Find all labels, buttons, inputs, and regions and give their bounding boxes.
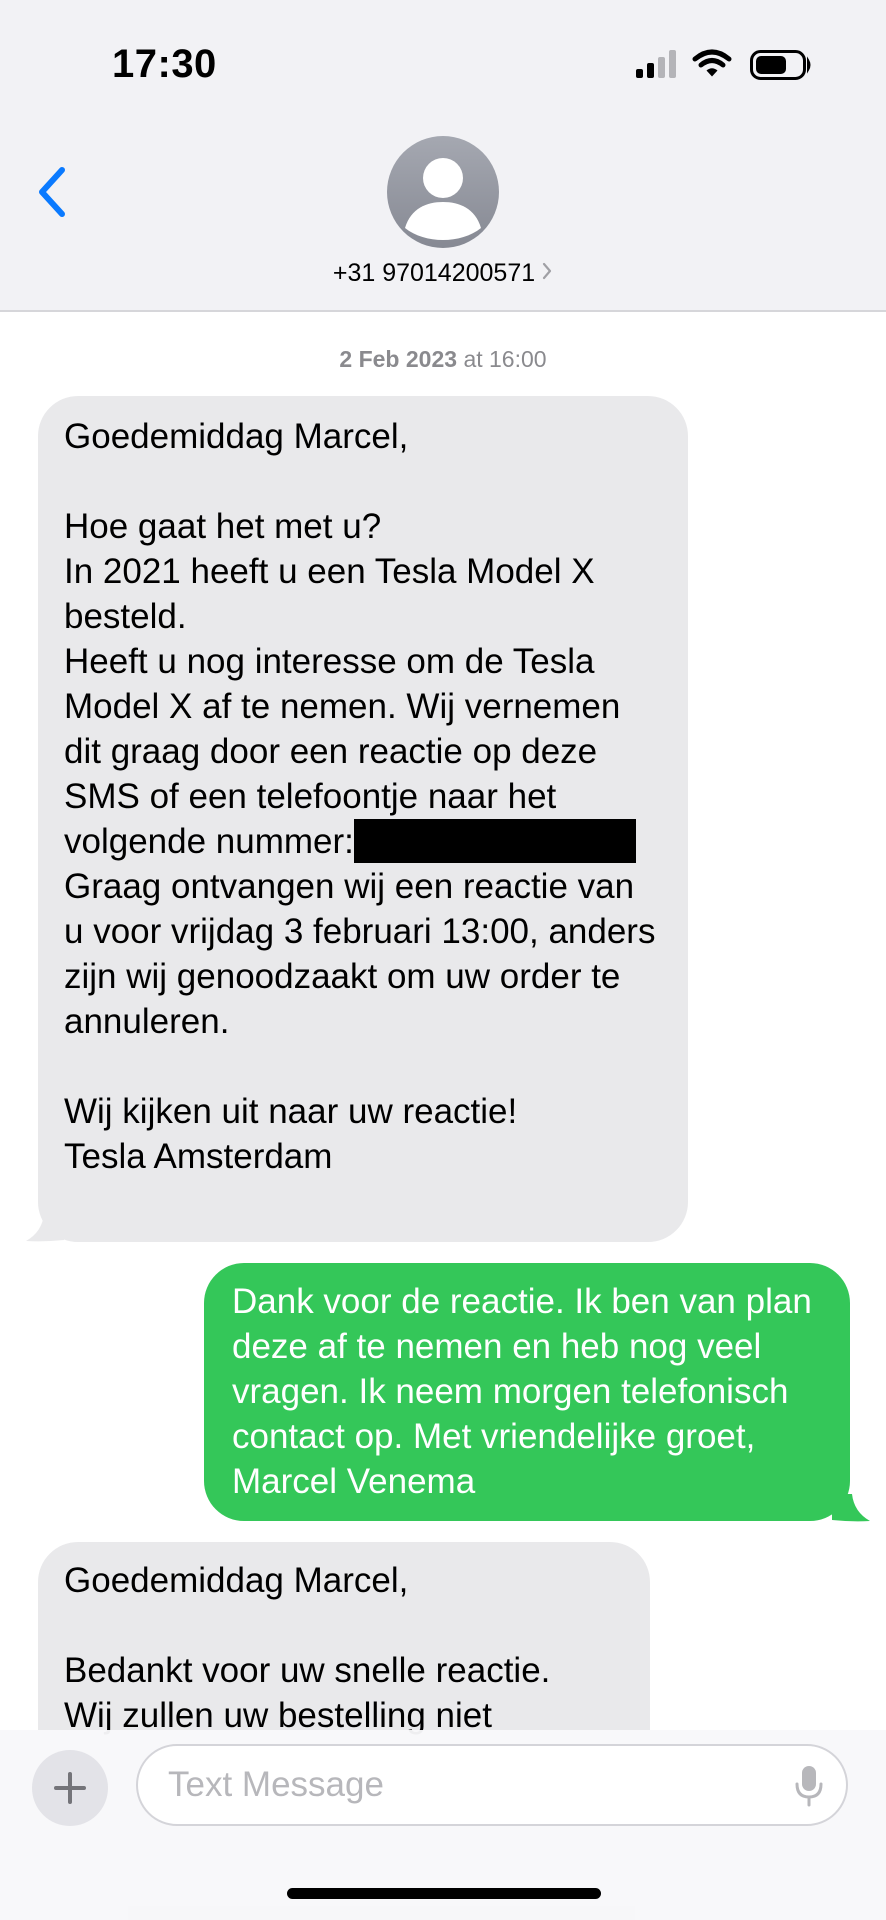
contact-avatar[interactable] [387, 136, 499, 248]
chevron-left-icon [39, 167, 65, 217]
incoming-bubble-tail [26, 1214, 64, 1242]
wifi-icon [692, 49, 732, 77]
text-message-input[interactable]: Text Message [136, 1744, 848, 1826]
plus-icon [54, 1772, 86, 1804]
chevron-right-icon [541, 258, 553, 287]
redacted-phone-number [353, 819, 636, 863]
message-text-continued: Graag ontvangen wij een reactie van u vo… [64, 867, 656, 1176]
incoming-message-bubble[interactable]: Goedemiddag Marcel, Hoe gaat het met u? … [38, 396, 688, 1242]
cellular-signal-icon [636, 50, 676, 78]
message-input-bar: Text Message [0, 1730, 886, 1920]
message-text: Goedemiddag Marcel, Bedankt voor uw snel… [64, 1561, 551, 1735]
message-text: Goedemiddag Marcel, Hoe gaat het met u? … [64, 417, 621, 861]
microphone-icon[interactable] [794, 1764, 824, 1808]
home-indicator[interactable] [287, 1888, 601, 1899]
person-silhouette-icon [405, 158, 481, 240]
timestamp-time: 16:00 [489, 346, 547, 372]
text-message-placeholder: Text Message [168, 1765, 384, 1804]
contact-number: +31 97014200571 [332, 259, 536, 287]
outgoing-bubble-tail [832, 1494, 870, 1522]
status-bar: 17:30 [0, 0, 886, 130]
status-time: 17:30 [112, 42, 217, 86]
back-button[interactable] [28, 160, 78, 224]
message-text: Dank voor de reactie. Ik ben van plan de… [232, 1282, 822, 1501]
contact-name-button[interactable]: +31 97014200571 [0, 258, 886, 288]
conversation-timestamp: 2 Feb 2023 at 16:00 [0, 346, 886, 373]
timestamp-date: 2 Feb 2023 [339, 346, 458, 372]
outgoing-message-bubble[interactable]: Dank voor de reactie. Ik ben van plan de… [204, 1263, 850, 1521]
messages-screen: +31 97014200571 17:30 2 Feb 2023 at 16:0… [0, 0, 886, 1920]
timestamp-connector: at [463, 346, 483, 372]
battery-icon [750, 50, 811, 80]
add-attachment-button[interactable] [32, 1750, 108, 1826]
